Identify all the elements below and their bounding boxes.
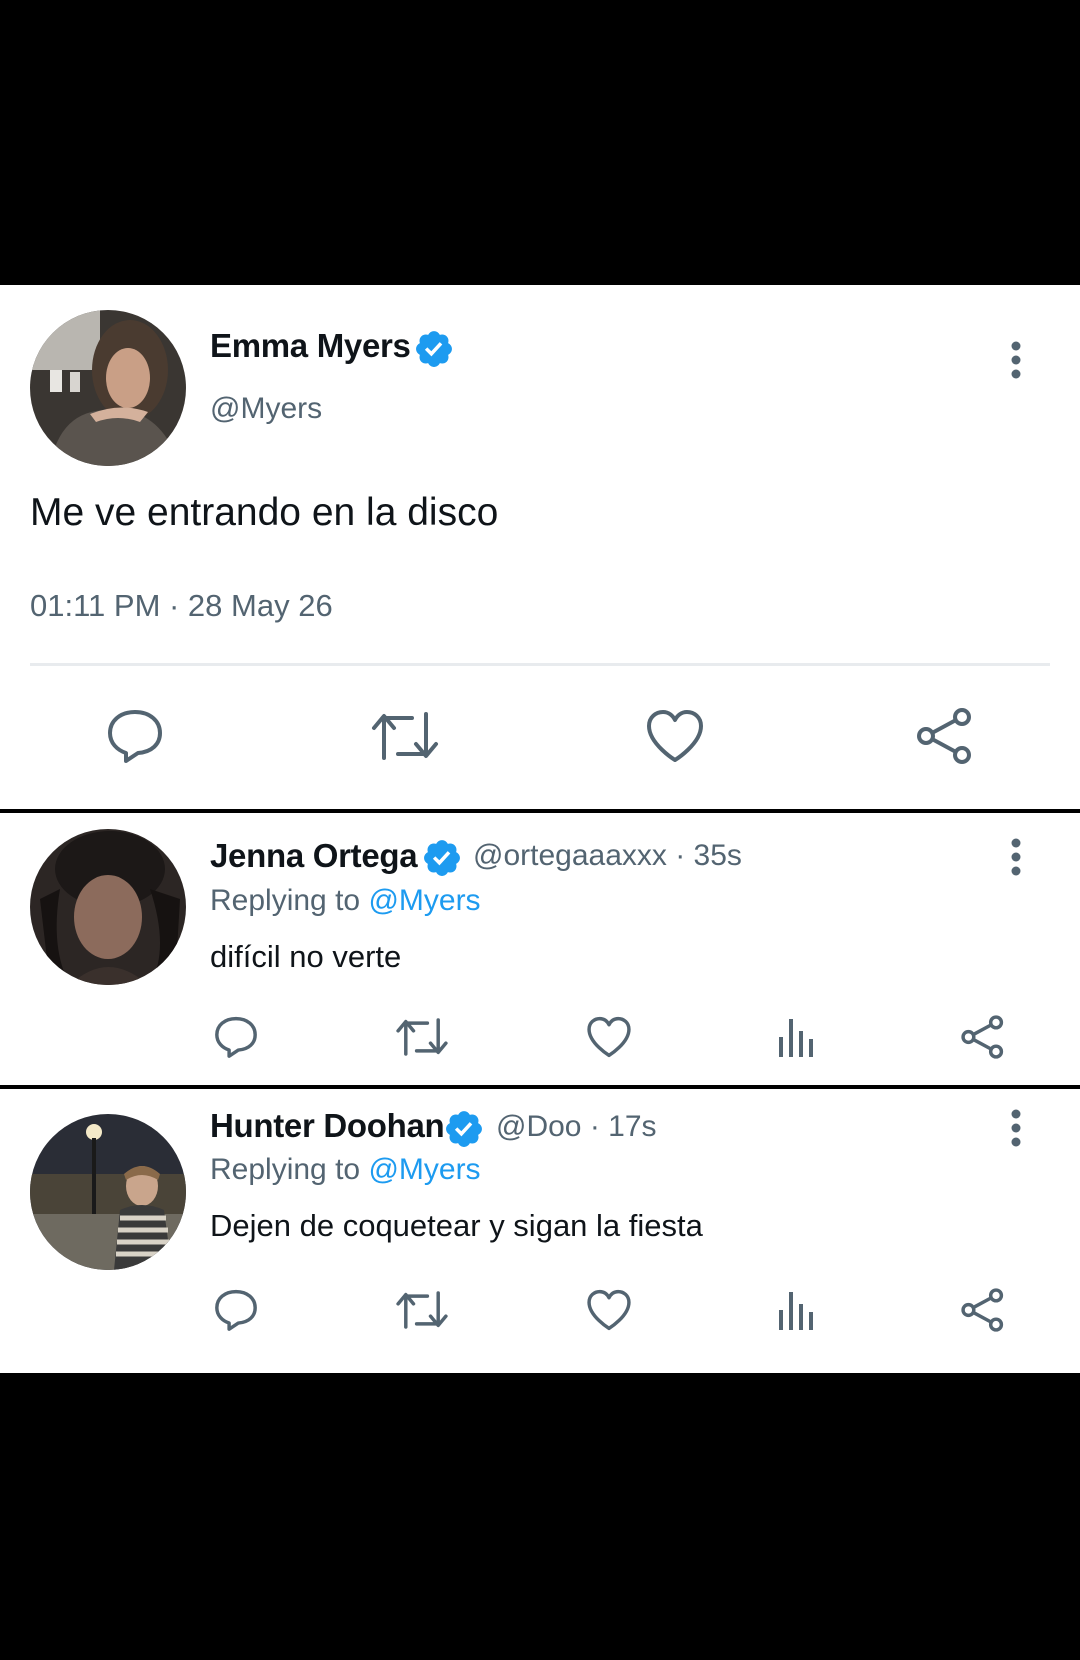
retweet-button[interactable] [395, 1288, 449, 1332]
reply-icon [215, 1016, 257, 1058]
author-handle[interactable]: @ortegaaaxxx [473, 839, 667, 872]
like-icon [587, 1289, 631, 1331]
author-meta: @ortegaaaxxx · 35s [473, 839, 742, 873]
reply-tweet: Jenna Ortega @ortegaaaxxx · 35s Replying… [0, 813, 1080, 1085]
verified-badge-icon [446, 1111, 482, 1147]
share-icon [961, 1288, 1004, 1332]
retweet-icon [396, 1018, 448, 1056]
author-meta: @Doo · 17s [496, 1110, 657, 1144]
replying-to: Replying to @Myers [210, 1153, 481, 1187]
share-button[interactable] [960, 1014, 1006, 1060]
retweet-icon [372, 712, 438, 760]
avatar[interactable] [30, 829, 186, 985]
avatar[interactable] [30, 310, 186, 466]
like-button[interactable] [586, 1015, 632, 1059]
screen: Emma Myers @Myers Me ve entrando en la d… [0, 0, 1080, 1660]
replying-to: Replying to @Myers [210, 884, 481, 918]
tweet-timestamp[interactable]: 01:11 PM · 28 May 26 [30, 588, 333, 624]
more-options-icon[interactable] [1009, 1108, 1023, 1148]
like-icon [587, 1016, 631, 1058]
reply-icon [108, 710, 162, 763]
reply-button[interactable] [213, 1288, 259, 1332]
analytics-icon [779, 1019, 813, 1057]
author-name[interactable]: Hunter Doohan [210, 1107, 445, 1145]
author-handle[interactable]: @Myers [210, 392, 322, 426]
retweet-button[interactable] [395, 1015, 449, 1059]
retweet-icon [396, 1291, 448, 1329]
mention-link[interactable]: @Myers [368, 1153, 480, 1186]
mention-link[interactable]: @Myers [368, 884, 480, 917]
reply-tweet: Hunter Doohan @Doo · 17s Replying to @My… [0, 1089, 1080, 1373]
avatar[interactable] [30, 1114, 186, 1270]
more-options-icon[interactable] [1009, 340, 1023, 380]
replying-label: Replying to [210, 1153, 361, 1186]
reply-button[interactable] [213, 1015, 259, 1059]
share-icon [917, 708, 971, 764]
analytics-button[interactable] [776, 1288, 816, 1332]
main-tweet: Emma Myers @Myers Me ve entrando en la d… [0, 285, 1080, 809]
more-options-icon[interactable] [1009, 837, 1023, 877]
author-name[interactable]: Emma Myers [210, 327, 411, 365]
divider [30, 663, 1050, 666]
share-button[interactable] [915, 707, 975, 765]
time-ago: · 17s [589, 1110, 657, 1143]
verified-badge-icon [416, 331, 452, 367]
verified-badge-icon [424, 840, 460, 876]
tweet-text: Me ve entrando en la disco [30, 491, 499, 534]
share-button[interactable] [960, 1287, 1006, 1333]
like-icon [647, 710, 703, 762]
time-ago: · 35s [675, 839, 742, 872]
analytics-icon [779, 1292, 813, 1330]
reply-text: difícil no verte [210, 939, 402, 974]
like-button[interactable] [645, 708, 705, 764]
author-handle[interactable]: @Doo [496, 1110, 582, 1143]
retweet-button[interactable] [370, 708, 440, 764]
reply-text: Dejen de coquetear y sigan la fiesta [210, 1208, 703, 1243]
reply-button[interactable] [105, 708, 165, 764]
replying-label: Replying to [210, 884, 361, 917]
reply-icon [215, 1289, 257, 1331]
share-icon [961, 1015, 1004, 1059]
analytics-button[interactable] [776, 1015, 816, 1059]
like-button[interactable] [586, 1288, 632, 1332]
author-name[interactable]: Jenna Ortega [210, 837, 418, 875]
